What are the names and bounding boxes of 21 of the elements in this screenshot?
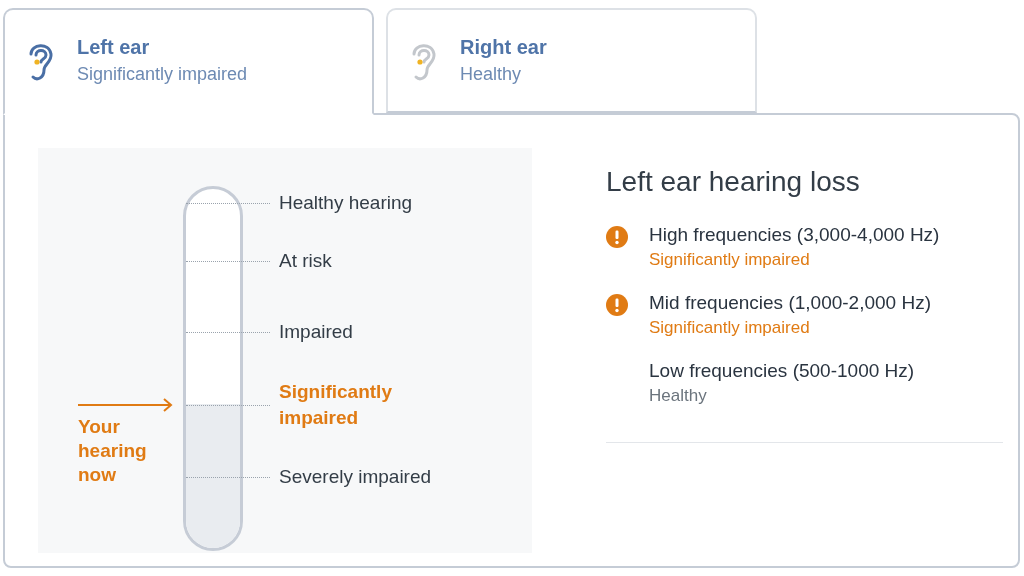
frequency-status: Significantly impaired [649, 250, 811, 270]
level-label: Impaired [279, 320, 353, 344]
tab-status: Healthy [460, 64, 523, 85]
frequency-name: Low frequencies (500-1000 Hz) [649, 360, 915, 382]
alert-icon [606, 226, 628, 248]
level-label: Significantly impaired [279, 380, 393, 430]
frequency-name: High frequencies (3,000-4,000 Hz) [649, 224, 940, 246]
ear-tab[interactable]: Left ear Significantly impaired [3, 8, 374, 115]
tab-status: Significantly impaired [77, 64, 248, 85]
frequency-name: Mid frequencies (1,000-2,000 Hz) [649, 292, 931, 314]
level-label: Severely impaired [279, 465, 432, 489]
pointer-label: Your hearing now [78, 415, 148, 487]
alert-icon [606, 294, 628, 316]
level-label: Healthy hearing [279, 191, 413, 215]
summary-title: Left ear hearing loss [606, 166, 861, 198]
tab-title: Right ear [460, 36, 547, 59]
ear-tab[interactable]: Right ear Healthy [386, 8, 757, 113]
level-label: At risk [279, 249, 332, 273]
tab-title: Left ear [77, 36, 151, 59]
frequency-status: Significantly impaired [649, 318, 811, 338]
frequency-status: Healthy [649, 386, 708, 406]
